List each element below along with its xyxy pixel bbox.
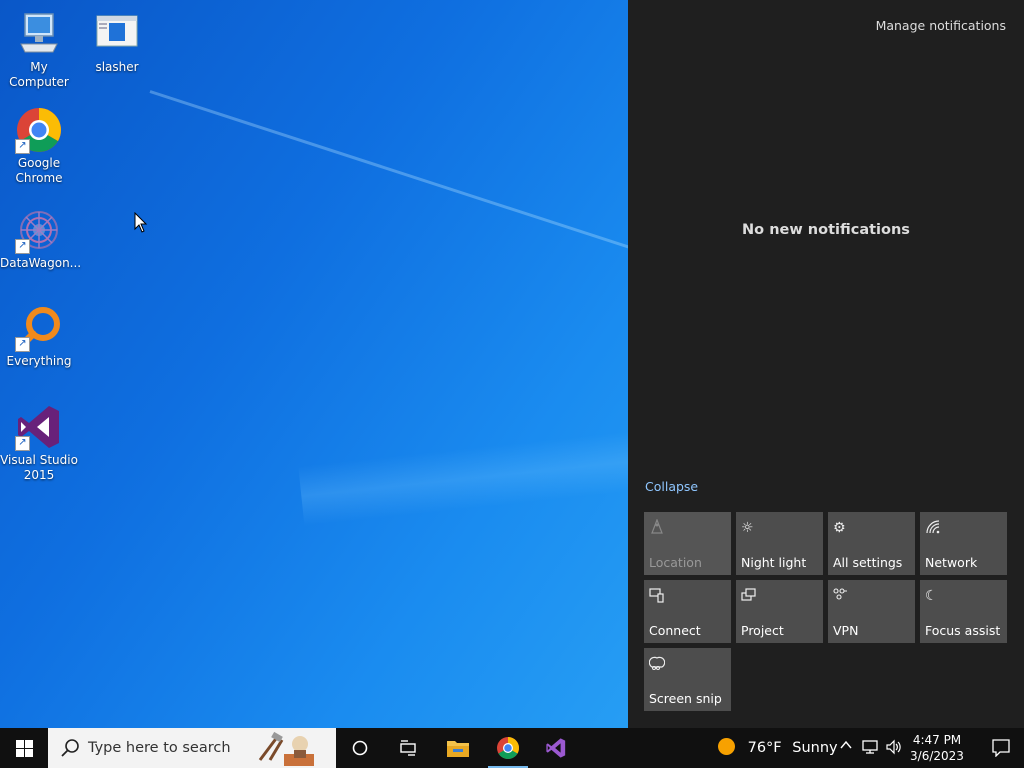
desktop-icon-label: My Computer — [9, 60, 69, 89]
desktop-icon-label: slasher — [95, 60, 139, 74]
search-icon — [60, 738, 80, 763]
tile-label: Connect — [649, 623, 701, 638]
tile-label: Location — [649, 555, 702, 570]
cortana-circle-icon — [352, 740, 368, 756]
tile-label: Project — [741, 623, 784, 638]
mouse-cursor-icon — [134, 212, 148, 233]
cortana-button[interactable] — [336, 728, 384, 768]
clock-time: 4:47 PM — [912, 733, 962, 747]
datawagon-icon: ↗ — [15, 206, 63, 254]
chrome-icon — [497, 737, 519, 759]
tile-focus-assist[interactable]: ☾ Focus assist — [920, 580, 1007, 643]
location-icon — [649, 518, 667, 537]
gear-icon: ⚙ — [833, 520, 846, 536]
everything-search-icon: ↗ — [15, 304, 63, 352]
tile-project[interactable]: Project — [736, 580, 823, 643]
show-hidden-icons-chevron-icon[interactable] — [840, 739, 852, 755]
network-wired-icon[interactable] — [862, 739, 880, 759]
tile-label: Network — [925, 555, 978, 570]
desktop-icon-label: Everything — [6, 354, 72, 368]
search-highlight-illustration — [256, 730, 316, 766]
tile-vpn[interactable]: VPN — [828, 580, 915, 643]
taskbar-visual-studio[interactable] — [532, 728, 580, 768]
network-icon — [925, 519, 943, 537]
volume-icon[interactable] — [885, 739, 903, 759]
taskbar-google-chrome[interactable] — [484, 728, 532, 768]
taskbar: Type here to search 76°F Sunny 4:47 PM 3… — [0, 728, 1024, 768]
collapse-link[interactable]: Collapse — [645, 479, 698, 494]
shortcut-arrow-icon: ↗ — [15, 337, 30, 352]
vpn-icon — [833, 587, 851, 605]
task-view-icon — [400, 740, 416, 756]
tile-screen-snip[interactable]: Screen snip — [644, 648, 731, 711]
visual-studio-icon — [546, 738, 566, 758]
folder-icon — [447, 741, 469, 757]
tile-network[interactable]: Network — [920, 512, 1007, 575]
desktop-icon-label: DataWagon... — [0, 256, 82, 270]
clock-date: 3/6/2023 — [910, 749, 964, 763]
desktop-icon-google-chrome[interactable]: ↗ Google Chrome — [0, 106, 78, 186]
shortcut-arrow-icon: ↗ — [15, 139, 30, 154]
taskbar-file-explorer[interactable] — [434, 728, 482, 768]
brightness-icon: ☼ — [741, 520, 754, 536]
tile-label: Screen snip — [649, 691, 722, 706]
desktop-icon-datawagon[interactable]: ↗ DataWagon... — [0, 206, 82, 271]
moon-icon: ☾ — [925, 588, 938, 604]
window-app-icon — [93, 10, 141, 58]
search-box[interactable]: Type here to search — [48, 728, 336, 768]
tile-label: Focus assist — [925, 623, 1001, 638]
tile-night-light[interactable]: ☼ Night light — [736, 512, 823, 575]
tile-label: VPN — [833, 623, 859, 638]
task-view-button[interactable] — [384, 728, 432, 768]
shortcut-arrow-icon: ↗ — [15, 436, 30, 451]
windows-logo-icon — [16, 740, 33, 757]
scissors-icon — [648, 655, 667, 673]
computer-icon — [15, 10, 63, 58]
connect-icon — [649, 587, 667, 605]
tile-label: Night light — [741, 555, 807, 570]
desktop-icon-my-computer[interactable]: My Computer — [0, 10, 78, 90]
search-placeholder: Type here to search — [88, 740, 231, 756]
tile-all-settings[interactable]: ⚙ All settings — [828, 512, 915, 575]
action-center-panel: Manage notifications No new notification… — [628, 0, 1024, 728]
weather-temperature: 76°F — [747, 740, 782, 756]
manage-notifications-link[interactable]: Manage notifications — [876, 18, 1006, 33]
project-icon — [741, 587, 759, 605]
desktop-icon-label: Visual Studio 2015 — [0, 453, 78, 482]
tile-location[interactable]: Location — [644, 512, 731, 575]
chrome-icon: ↗ — [15, 106, 63, 154]
action-center-button[interactable] — [978, 728, 1024, 768]
notification-speech-bubble-icon — [992, 739, 1010, 758]
taskbar-clock[interactable]: 4:47 PM 3/6/2023 — [908, 732, 966, 764]
desktop-icon-visual-studio[interactable]: ↗ Visual Studio 2015 — [0, 403, 78, 483]
weather-condition: Sunny — [792, 740, 838, 756]
shortcut-arrow-icon: ↗ — [15, 239, 30, 254]
desktop-icon-slasher[interactable]: slasher — [78, 10, 156, 75]
tile-connect[interactable]: Connect — [644, 580, 731, 643]
start-button[interactable] — [0, 728, 48, 768]
desktop-icon-label: Google Chrome — [15, 156, 63, 185]
no-notifications-message: No new notifications — [742, 222, 910, 238]
sun-icon — [718, 738, 735, 755]
tile-label: All settings — [833, 555, 903, 570]
weather-widget[interactable]: 76°F Sunny — [718, 738, 838, 756]
visual-studio-icon: ↗ — [15, 403, 63, 451]
desktop-icon-everything[interactable]: ↗ Everything — [0, 304, 78, 369]
